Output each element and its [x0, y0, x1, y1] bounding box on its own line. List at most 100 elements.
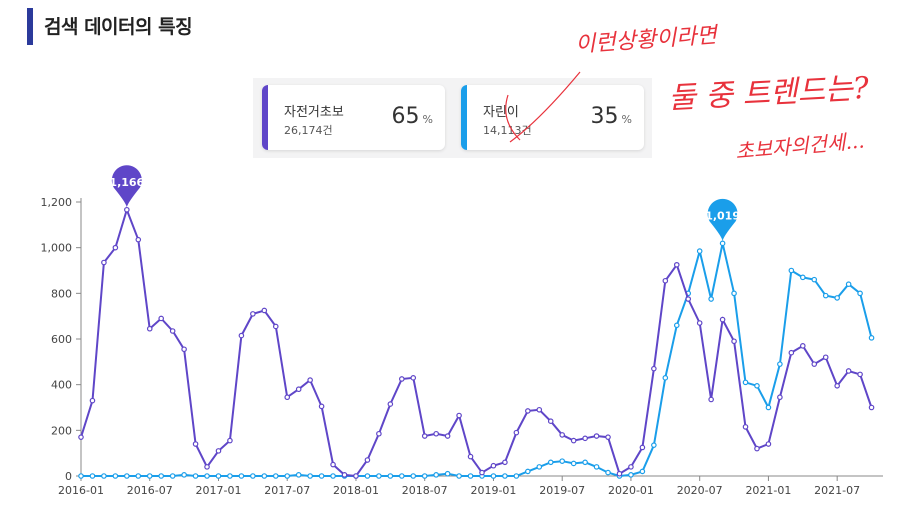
- data-point: [410, 473, 417, 479]
- data-point: [444, 470, 451, 477]
- data-point: [673, 261, 680, 268]
- data-point: [215, 473, 222, 479]
- data-point: [376, 473, 382, 479]
- data-point: [651, 365, 657, 372]
- data-point: [536, 464, 543, 470]
- data-point: [227, 437, 233, 444]
- data-point: [112, 244, 119, 251]
- data-point: [616, 470, 623, 477]
- data-point: [112, 473, 119, 479]
- data-point: [169, 473, 176, 479]
- series-line-0: [80, 206, 873, 478]
- data-point: [834, 295, 840, 301]
- data-point: [662, 375, 669, 381]
- data-point: [204, 473, 210, 479]
- data-point: [364, 457, 371, 463]
- data-point: [398, 376, 405, 382]
- data-point: [158, 315, 165, 322]
- data-point: [857, 290, 863, 297]
- data-point: [570, 437, 577, 444]
- data-point: [868, 335, 875, 341]
- data-point: [421, 433, 428, 439]
- data-point: [834, 383, 840, 389]
- x-tick-label: 2020-07: [677, 484, 723, 497]
- data-point: [307, 473, 313, 479]
- data-point: [754, 445, 760, 452]
- data-point: [101, 259, 107, 266]
- data-point: [89, 397, 96, 404]
- data-point: [788, 349, 795, 356]
- x-tick-label: 2017-07: [264, 484, 310, 497]
- data-point: [857, 371, 863, 378]
- data-point: [845, 368, 852, 374]
- data-point: [570, 460, 577, 467]
- data-point: [559, 458, 566, 464]
- y-tick-label: 600: [51, 333, 72, 346]
- data-point: [547, 418, 554, 425]
- y-tick-label: 200: [51, 424, 72, 437]
- data-point: [444, 433, 451, 439]
- y-tick-label: 400: [51, 379, 72, 392]
- data-point: [822, 354, 829, 361]
- data-point: [513, 473, 520, 479]
- data-point: [181, 346, 187, 353]
- data-point: [398, 473, 405, 479]
- data-point: [330, 461, 336, 468]
- data-point: [456, 412, 462, 419]
- x-tick-label: 2016-07: [127, 484, 173, 497]
- data-point: [456, 473, 462, 479]
- data-point: [227, 473, 233, 479]
- data-point: [78, 473, 84, 479]
- data-point: [89, 473, 96, 479]
- data-point: [272, 323, 279, 330]
- x-tick-label: 2021-07: [814, 484, 860, 497]
- x-tick-label: 2021-01: [745, 484, 791, 497]
- data-point: [765, 441, 772, 447]
- data-point: [685, 296, 692, 302]
- data-point: [238, 332, 245, 339]
- data-point: [754, 383, 760, 389]
- x-tick-label: 2018-07: [402, 484, 448, 497]
- data-point: [479, 469, 485, 476]
- data-point: [192, 441, 199, 447]
- data-point: [101, 473, 107, 479]
- data-point: [135, 473, 142, 479]
- data-point: [502, 459, 508, 466]
- data-point: [250, 311, 256, 317]
- data-point: [799, 274, 806, 281]
- data-point: [513, 429, 520, 436]
- y-tick-label: 0: [65, 470, 72, 483]
- data-point: [295, 472, 302, 478]
- data-point: [628, 472, 634, 478]
- data-point: [639, 444, 646, 451]
- data-point: [250, 473, 256, 479]
- data-point: [421, 473, 428, 479]
- data-point: [742, 424, 749, 430]
- data-point: [719, 316, 726, 323]
- data-point: [318, 403, 325, 410]
- data-point: [192, 473, 199, 479]
- data-point: [261, 307, 268, 314]
- data-point: [777, 361, 783, 367]
- peak-label: 1,019: [705, 209, 740, 222]
- data-point: [582, 459, 588, 466]
- data-point: [696, 248, 703, 254]
- data-point: [719, 240, 726, 247]
- data-point: [777, 394, 783, 401]
- data-point: [502, 473, 508, 479]
- data-point: [318, 473, 325, 479]
- data-point: [582, 435, 588, 442]
- y-tick-label: 1,000: [41, 242, 73, 255]
- data-point: [215, 448, 222, 454]
- y-tick-label: 1,200: [41, 196, 73, 209]
- data-point: [696, 320, 703, 326]
- data-point: [78, 434, 84, 440]
- data-point: [364, 473, 371, 479]
- data-point: [284, 473, 291, 479]
- data-point: [146, 473, 153, 479]
- data-point: [433, 430, 439, 437]
- data-point: [868, 404, 875, 411]
- data-point: [158, 473, 165, 479]
- data-point: [295, 386, 302, 393]
- data-point: [490, 462, 497, 469]
